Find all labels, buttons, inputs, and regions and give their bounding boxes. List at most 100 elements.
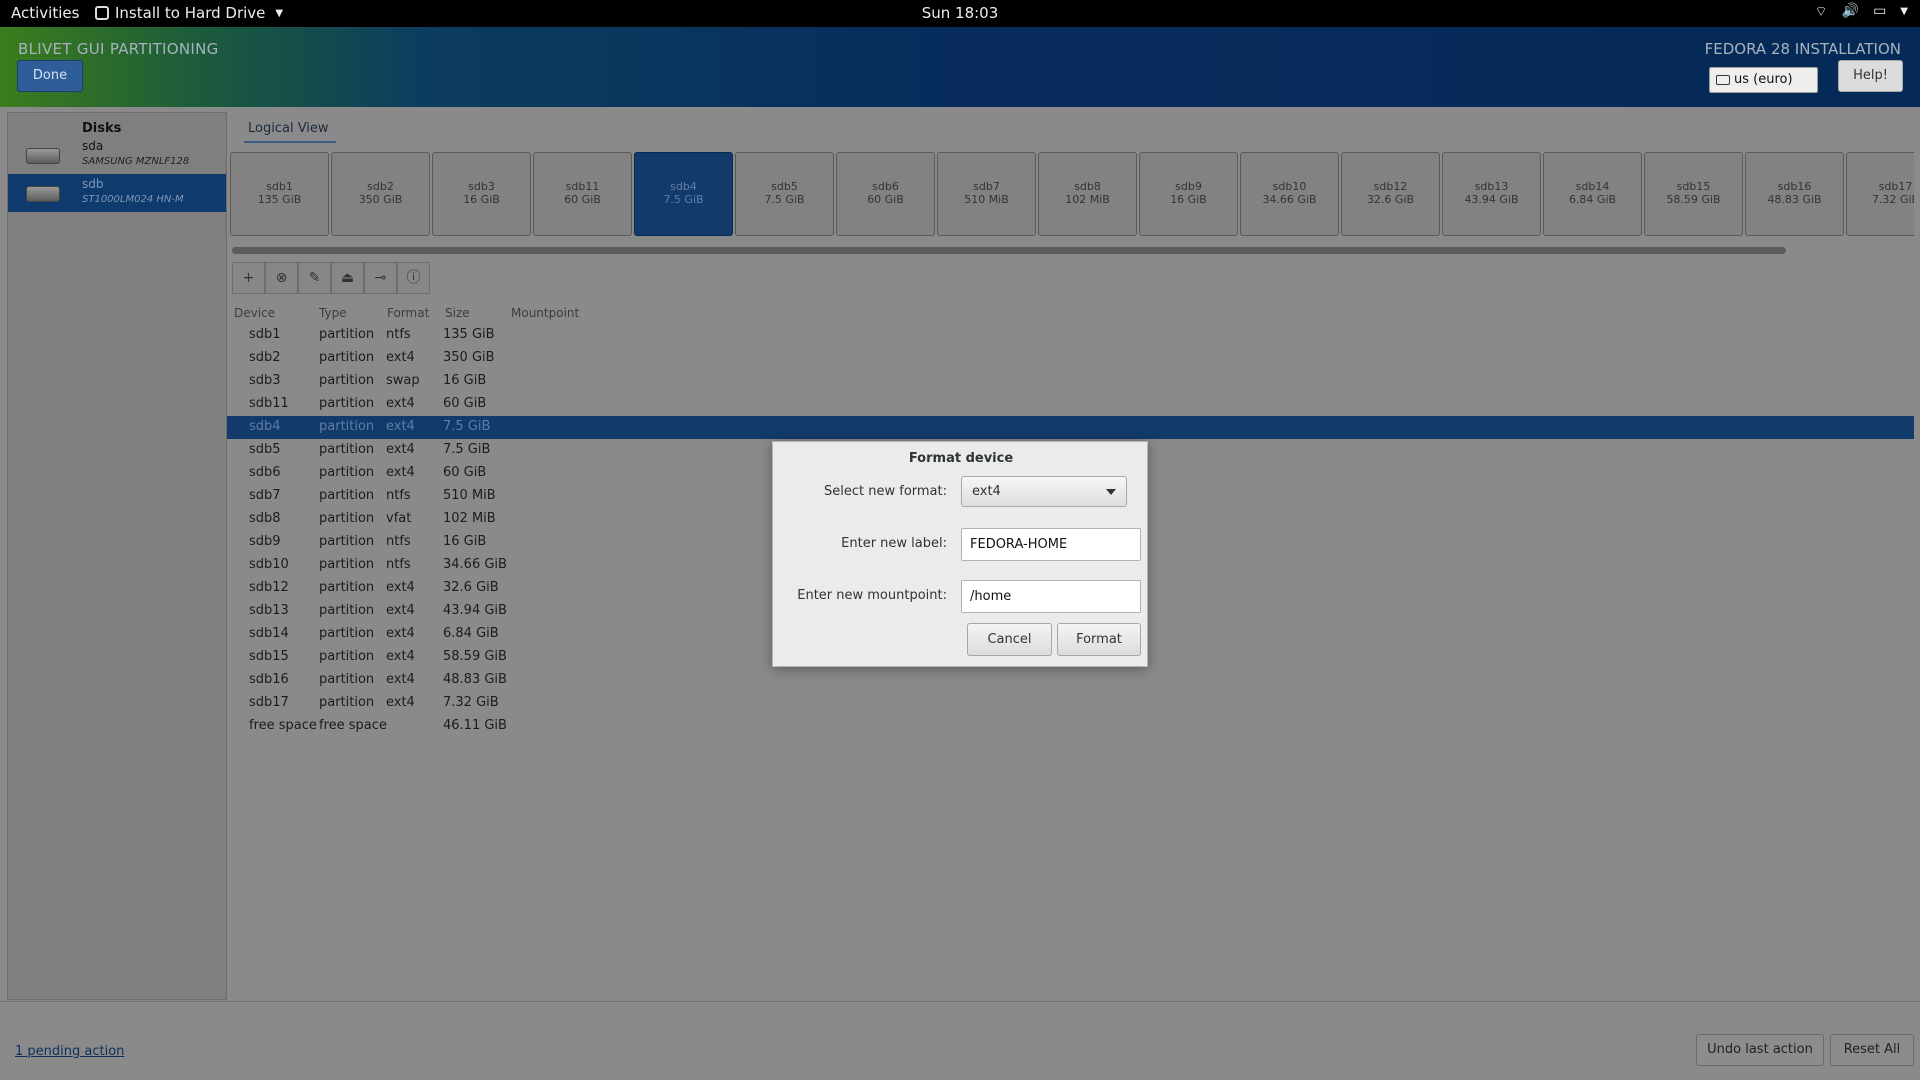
partition-box-sdb4[interactable]: sdb4 7.5 GiB xyxy=(634,152,733,236)
table-row[interactable]: sdb1 partition ntfs 135 GiB xyxy=(227,324,1914,347)
installer-icon xyxy=(95,6,109,20)
partition-name: sdb3 xyxy=(468,180,495,193)
pending-actions-link[interactable]: 1 pending action xyxy=(15,1044,124,1059)
cancel-button[interactable]: Cancel xyxy=(967,623,1052,656)
partition-box-sdb2[interactable]: sdb2 350 GiB xyxy=(331,152,430,236)
cell-size: 510 MiB xyxy=(443,488,496,503)
table-row[interactable]: sdb4 partition ext4 7.5 GiB xyxy=(227,416,1914,439)
disk-item-sdb[interactable]: sdb ST1000LM024 HN-M xyxy=(8,174,226,212)
cell-device: sdb6 xyxy=(249,465,281,480)
cell-type: partition xyxy=(319,511,375,526)
unmount-button[interactable]: ⏏ xyxy=(331,262,364,294)
cell-type: partition xyxy=(319,488,375,503)
partition-box-sdb8[interactable]: sdb8 102 MiB xyxy=(1038,152,1137,236)
partition-box-sdb17[interactable]: sdb177.32 GiB xyxy=(1846,152,1914,236)
status-area[interactable]: ⌔ 🔊 ▭ ▼ xyxy=(1814,3,1908,21)
partition-box-sdb12[interactable]: sdb12 32.6 GiB xyxy=(1341,152,1440,236)
cell-type: partition xyxy=(319,603,375,618)
app-menu-label: Install to Hard Drive xyxy=(115,4,266,22)
partition-box-sdb15[interactable]: sdb15 58.59 GiB xyxy=(1644,152,1743,236)
partition-box-sdb11[interactable]: sdb11 60 GiB xyxy=(533,152,632,236)
partition-size: 7.5 GiB xyxy=(764,193,805,206)
undo-button[interactable]: Undo last action xyxy=(1696,1034,1824,1066)
add-button[interactable]: + xyxy=(232,262,265,294)
partition-box-sdb1[interactable]: sdb1 135 GiB xyxy=(230,152,329,236)
keyboard-layout-indicator[interactable]: us (euro) xyxy=(1709,67,1818,93)
partition-box-sdb13[interactable]: sdb13 43.94 GiB xyxy=(1442,152,1541,236)
table-row[interactable]: sdb17 partition ext4 7.32 GiB xyxy=(227,692,1914,715)
app-menu[interactable]: Install to Hard Drive ▼ xyxy=(95,4,283,22)
tab-logical-view[interactable]: Logical View xyxy=(244,117,336,143)
cell-type: partition xyxy=(319,465,375,480)
partition-box-sdb14[interactable]: sdb14 6.84 GiB xyxy=(1543,152,1642,236)
cell-device: sdb15 xyxy=(249,649,289,664)
cell-size: 7.5 GiB xyxy=(443,442,491,457)
hard-disk-icon xyxy=(26,186,60,202)
disk-model: ST1000LM024 HN-M xyxy=(82,194,184,205)
label-input[interactable]: FEDORA-HOME xyxy=(961,528,1141,561)
cell-device: sdb4 xyxy=(249,419,281,434)
column-header-size[interactable]: Size xyxy=(445,306,470,320)
cell-size: 16 GiB xyxy=(443,373,487,388)
partition-box-sdb9[interactable]: sdb9 16 GiB xyxy=(1139,152,1238,236)
partition-size: 16 GiB xyxy=(463,193,500,206)
partition-box-sdb3[interactable]: sdb3 16 GiB xyxy=(432,152,531,236)
cell-type: partition xyxy=(319,396,375,411)
column-header-mountpoint[interactable]: Mountpoint xyxy=(511,306,579,320)
cell-format: ext4 xyxy=(386,695,415,710)
table-row[interactable]: free space free space 46.11 GiB xyxy=(227,715,1914,738)
cell-format: ext4 xyxy=(386,396,415,411)
cell-type: partition xyxy=(319,649,375,664)
clock[interactable]: Sun 18:03 xyxy=(0,4,1920,22)
done-button[interactable]: Done xyxy=(17,60,83,92)
cell-device: sdb2 xyxy=(249,350,281,365)
disk-sidebar: Disks sda SAMSUNG MZNLF128 sdb ST1000LM0… xyxy=(7,112,227,1000)
table-row[interactable]: sdb16 partition ext4 48.83 GiB xyxy=(227,669,1914,692)
cell-size: 32.6 GiB xyxy=(443,580,499,595)
partition-box-sdb10[interactable]: sdb10 34.66 GiB xyxy=(1240,152,1339,236)
chevron-down-icon: ▼ xyxy=(275,7,284,19)
decrypt-button[interactable]: ⊸ xyxy=(364,262,397,294)
reset-all-button[interactable]: Reset All xyxy=(1830,1034,1914,1066)
cell-type: partition xyxy=(319,626,375,641)
cell-device: sdb8 xyxy=(249,511,281,526)
format-button[interactable]: Format xyxy=(1057,623,1141,656)
top-bar: Activities Install to Hard Drive ▼ Sun 1… xyxy=(0,0,1920,27)
disk-item-sda[interactable]: sda SAMSUNG MZNLF128 xyxy=(8,136,226,174)
partition-size: 7.32 GiB xyxy=(1871,193,1914,206)
cell-size: 16 GiB xyxy=(443,534,487,549)
table-row[interactable]: sdb11 partition ext4 60 GiB xyxy=(227,393,1914,416)
cell-format: ntfs xyxy=(386,488,411,503)
partition-size: 34.66 GiB xyxy=(1262,193,1317,206)
column-header-device[interactable]: Device xyxy=(234,306,275,320)
format-device-dialog: Format device Select new format: ext4 En… xyxy=(772,441,1148,667)
cell-device: sdb10 xyxy=(249,557,289,572)
format-select[interactable]: ext4 xyxy=(961,476,1127,507)
partition-name: sdb9 xyxy=(1175,180,1202,193)
info-button[interactable]: ⓘ xyxy=(397,262,430,294)
cell-type: partition xyxy=(319,695,375,710)
cell-type: partition xyxy=(319,534,375,549)
partition-box-sdb6[interactable]: sdb6 60 GiB xyxy=(836,152,935,236)
disk-model: SAMSUNG MZNLF128 xyxy=(82,156,190,167)
horizontal-scrollbar[interactable] xyxy=(232,247,1786,254)
column-header-type[interactable]: Type xyxy=(319,306,347,320)
edit-button[interactable]: ✎ xyxy=(298,262,331,294)
partition-size: 350 GiB xyxy=(358,193,403,206)
cell-size: 135 GiB xyxy=(443,327,495,342)
cell-size: 7.5 GiB xyxy=(443,419,491,434)
partition-box-sdb7[interactable]: sdb7 510 MiB xyxy=(937,152,1036,236)
partition-name: sdb4 xyxy=(670,180,697,193)
cell-format: vfat xyxy=(386,511,412,526)
mountpoint-input[interactable]: /home xyxy=(961,580,1141,613)
partition-box-sdb16[interactable]: sdb16 48.83 GiB xyxy=(1745,152,1844,236)
partition-box-sdb5[interactable]: sdb5 7.5 GiB xyxy=(735,152,834,236)
help-button[interactable]: Help! xyxy=(1838,60,1903,92)
installer-header: BLIVET GUI PARTITIONING FEDORA 28 INSTAL… xyxy=(0,27,1920,107)
table-row[interactable]: sdb3 partition swap 16 GiB xyxy=(227,370,1914,393)
column-header-format[interactable]: Format xyxy=(387,306,429,320)
delete-button[interactable]: ⊗ xyxy=(265,262,298,294)
activities-button[interactable]: Activities xyxy=(11,4,79,22)
table-row[interactable]: sdb2 partition ext4 350 GiB xyxy=(227,347,1914,370)
cell-type: partition xyxy=(319,327,375,342)
